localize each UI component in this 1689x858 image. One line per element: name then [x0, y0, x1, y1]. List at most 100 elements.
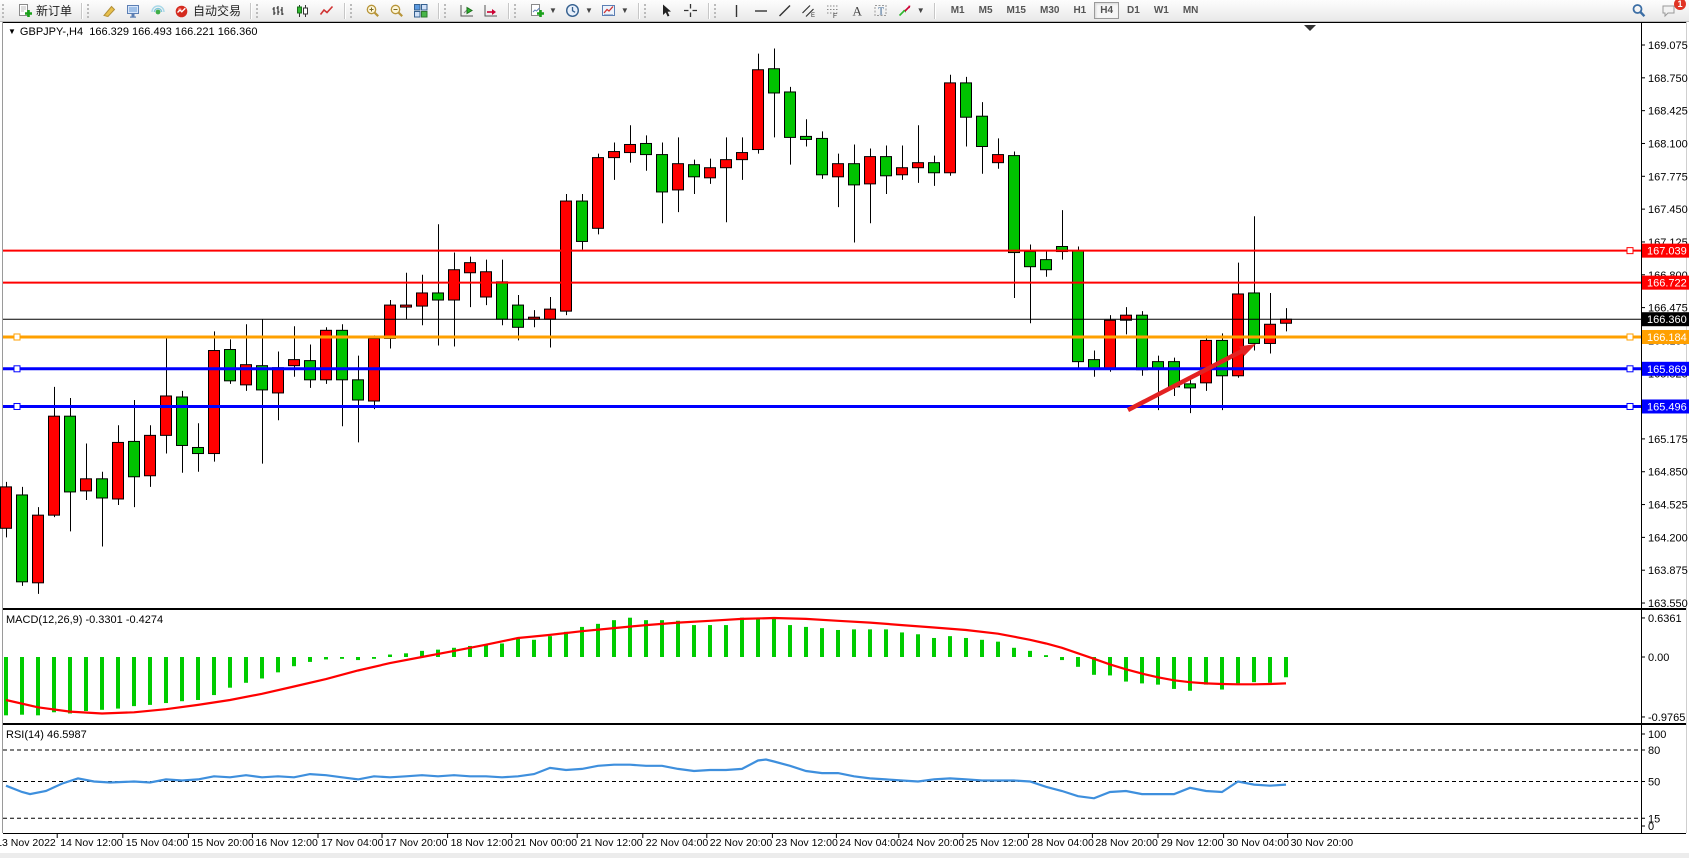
tile-windows-button[interactable] — [409, 1, 433, 21]
text-button[interactable]: A — [845, 1, 869, 21]
chart-window[interactable]: 169.075168.750168.425168.100167.775167.4… — [0, 22, 1689, 853]
chart-shift-button[interactable] — [479, 1, 503, 21]
signals-button[interactable] — [146, 1, 170, 21]
styles-button[interactable] — [98, 1, 122, 21]
toolbar-grip — [514, 4, 521, 18]
bar-chart-icon — [271, 3, 287, 19]
price-tick-label: 164.850 — [1648, 467, 1688, 479]
macd-histogram-bar — [756, 618, 760, 657]
macd-histogram-bar — [740, 618, 744, 657]
timeframe-w1-button[interactable]: W1 — [1148, 2, 1175, 19]
templates-button[interactable]: ▼ — [597, 1, 633, 21]
date-tick-label: 21 Nov 12:00 — [580, 837, 643, 849]
candle — [1041, 260, 1052, 270]
text-label-button[interactable]: T — [869, 1, 893, 21]
vertical-line-button[interactable] — [725, 1, 749, 21]
notifications-button[interactable]: 1 — [1657, 1, 1681, 21]
line-handle[interactable] — [1627, 334, 1633, 340]
macd-histogram-bar — [932, 638, 936, 657]
candle — [705, 168, 716, 178]
candle — [385, 305, 396, 338]
candle — [849, 164, 860, 185]
new-chart-button[interactable]: ▼ — [525, 1, 561, 21]
candle — [1025, 252, 1036, 267]
macd-histogram-bar — [276, 657, 280, 672]
rsi-axis-label: 100 — [1648, 729, 1666, 741]
auto-scroll-button[interactable] — [455, 1, 479, 21]
line-chart-button[interactable] — [315, 1, 339, 21]
line-handle[interactable] — [1627, 248, 1633, 254]
candle — [129, 441, 140, 476]
signals-icon — [150, 3, 166, 19]
candle — [577, 201, 588, 241]
candle — [161, 396, 172, 435]
candle — [1105, 320, 1116, 368]
candle — [817, 138, 828, 174]
rsi-axis-label: 0 — [1648, 821, 1654, 833]
macd-histogram-bar — [132, 657, 136, 706]
crosshair-button[interactable] — [679, 1, 703, 21]
macd-histogram-bar — [612, 620, 616, 657]
candle — [801, 136, 812, 139]
timeframe-h4-button[interactable]: H4 — [1094, 2, 1119, 19]
line-handle[interactable] — [14, 403, 20, 409]
autotrade-button[interactable]: 自动交易 — [170, 0, 245, 21]
macd-histogram-bar — [1028, 651, 1032, 657]
new-order-button[interactable]: 新订单 — [13, 0, 76, 21]
zoom-out-button[interactable] — [385, 1, 409, 21]
arrow-objects-button[interactable]: ▼ — [893, 1, 929, 21]
candle — [353, 380, 364, 400]
macd-histogram-bar — [1044, 655, 1048, 657]
candle — [49, 416, 60, 515]
macd-histogram-bar — [1060, 657, 1064, 660]
toolbar-separator — [344, 3, 345, 19]
cursor-button[interactable] — [655, 1, 679, 21]
macd-histogram-bar — [964, 638, 968, 657]
chart-canvas[interactable]: 169.075168.750168.425168.100167.775167.4… — [0, 22, 1689, 853]
line-handle[interactable] — [14, 366, 20, 372]
candle — [1009, 156, 1020, 253]
search-button[interactable] — [1627, 1, 1651, 21]
timeframe-m30-button[interactable]: M30 — [1034, 2, 1065, 19]
rsi-axis-label: 80 — [1648, 745, 1660, 757]
macd-histogram-bar — [196, 657, 200, 700]
macd-axis-label: -0.9765 — [1648, 712, 1685, 724]
symbol-title[interactable]: ▼GBPJPY-,H4 166.329 166.493 166.221 166.… — [8, 26, 257, 38]
candlestick-chart-button[interactable] — [291, 1, 315, 21]
price-badge-label: 166.722 — [1647, 278, 1687, 290]
timeframe-mn-button[interactable]: MN — [1177, 2, 1205, 19]
macd-histogram-bar — [340, 657, 344, 659]
macd-histogram-bar — [692, 625, 696, 657]
macd-histogram-bar — [308, 657, 312, 662]
line-handle[interactable] — [1627, 366, 1633, 372]
macd-histogram-bar — [260, 657, 264, 678]
macd-histogram-bar — [212, 657, 216, 695]
date-tick-label: 17 Nov 20:00 — [385, 837, 448, 849]
toolbar-grip — [714, 4, 721, 18]
arrows-icon — [897, 3, 913, 19]
price-tick-label: 168.750 — [1648, 73, 1688, 85]
zoom-in-button[interactable] — [361, 1, 385, 21]
timeframe-m5-button[interactable]: M5 — [973, 2, 999, 19]
timeframe-m1-button[interactable]: M1 — [945, 2, 971, 19]
timeframe-h1-button[interactable]: H1 — [1067, 2, 1092, 19]
bar-chart-button[interactable] — [267, 1, 291, 21]
macd-histogram-bar — [628, 618, 632, 657]
macd-histogram-bar — [292, 657, 296, 666]
fibonacci-button[interactable]: F — [821, 1, 845, 21]
horizontal-line-button[interactable] — [749, 1, 773, 21]
date-axis[interactable]: 13 Nov 202214 Nov 12:0015 Nov 04:0015 No… — [0, 834, 1353, 849]
market-watch-button[interactable] — [122, 1, 146, 21]
timeframe-m15-button[interactable]: M15 — [1001, 2, 1032, 19]
periods-button[interactable]: ▼ — [561, 1, 597, 21]
line-handle[interactable] — [1627, 403, 1633, 409]
equidistant-channel-button[interactable]: E — [797, 1, 821, 21]
line-handle[interactable] — [14, 334, 20, 340]
macd-histogram-bar — [1108, 657, 1112, 675]
timeframe-d1-button[interactable]: D1 — [1121, 2, 1146, 19]
trendline-button[interactable] — [773, 1, 797, 21]
candle — [641, 143, 652, 154]
candle — [881, 157, 892, 176]
chart-shift-icon — [483, 3, 499, 19]
price-tick-label: 164.525 — [1648, 500, 1688, 512]
